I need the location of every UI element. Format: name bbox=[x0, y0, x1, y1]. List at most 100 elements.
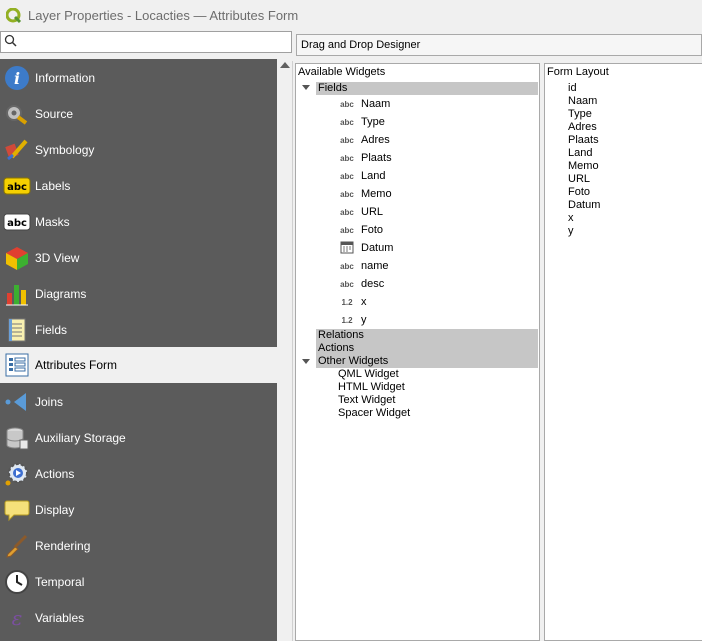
rendering-icon bbox=[2, 531, 32, 561]
list-item[interactable]: Naam bbox=[568, 95, 597, 108]
text-field-icon: abc bbox=[340, 117, 354, 127]
sidebar-item-joins[interactable]: Joins bbox=[0, 384, 277, 420]
sidebar-item-temporal[interactable]: Temporal bbox=[0, 564, 277, 600]
designer-mode-select[interactable]: Drag and Drop Designer bbox=[296, 34, 702, 56]
list-item[interactable]: id bbox=[568, 82, 577, 95]
sidebar-item-labels[interactable]: abc Labels bbox=[0, 168, 277, 204]
sidebar-item-label: Source bbox=[35, 107, 74, 121]
labels-icon: abc bbox=[2, 171, 32, 201]
calendar-icon bbox=[336, 240, 358, 256]
list-item[interactable]: abc name bbox=[296, 257, 539, 275]
sidebar-item-attributes-form[interactable]: Attributes Form bbox=[0, 347, 277, 383]
list-item[interactable]: QML Widget bbox=[338, 368, 399, 381]
expand-arrow-icon[interactable] bbox=[302, 359, 310, 364]
svg-text:abc: abc bbox=[7, 218, 27, 229]
sidebar-item-information[interactable]: i Information bbox=[0, 60, 277, 96]
text-field-icon: abc bbox=[340, 135, 354, 145]
sidebar-item-fields[interactable]: Fields bbox=[0, 312, 277, 348]
text-field-icon: abc bbox=[340, 225, 354, 235]
sidebar-item-diagrams[interactable]: Diagrams bbox=[0, 276, 277, 312]
list-item[interactable]: Type bbox=[568, 108, 592, 121]
list-item[interactable]: URL bbox=[568, 173, 590, 186]
list-item[interactable]: abc Foto bbox=[296, 221, 539, 239]
list-item[interactable]: Spacer Widget bbox=[338, 407, 410, 420]
clock-icon bbox=[2, 567, 32, 597]
text-field-icon: abc bbox=[340, 189, 354, 199]
list-item[interactable]: Plaats bbox=[568, 134, 599, 147]
list-item[interactable]: Foto bbox=[568, 186, 590, 199]
display-icon bbox=[2, 495, 32, 525]
numeric-field-icon: 1.2 bbox=[341, 315, 353, 325]
sidebar-item-auxiliary-storage[interactable]: Auxiliary Storage bbox=[0, 420, 277, 456]
sidebar-item-label: Symbology bbox=[35, 143, 95, 157]
sidebar-item-source[interactable]: Source bbox=[0, 96, 277, 132]
form-layout-header: Form Layout bbox=[547, 66, 609, 78]
scrollbar[interactable] bbox=[277, 61, 293, 641]
sidebar-item-symbology[interactable]: Symbology bbox=[0, 132, 277, 168]
variables-icon: ε bbox=[2, 603, 32, 633]
list-item[interactable]: Land bbox=[568, 147, 592, 160]
svg-text:ε: ε bbox=[12, 606, 23, 630]
sidebar-item-label: Labels bbox=[35, 179, 71, 193]
expand-arrow-icon[interactable] bbox=[302, 85, 310, 90]
list-item[interactable]: abc URL bbox=[296, 203, 539, 221]
auxiliary-storage-icon bbox=[2, 423, 32, 453]
sidebar-item-label: Joins bbox=[35, 395, 64, 409]
text-field-icon: abc bbox=[340, 99, 354, 109]
list-item[interactable]: abc Adres bbox=[296, 131, 539, 149]
tree-group-actions[interactable]: Actions bbox=[316, 342, 538, 355]
attributes-form-icon bbox=[2, 350, 32, 380]
sidebar-item-rendering[interactable]: Rendering bbox=[0, 528, 277, 564]
diagrams-icon bbox=[2, 279, 32, 309]
sidebar-item-3d-view[interactable]: 3D View bbox=[0, 240, 277, 276]
list-item[interactable]: Datum bbox=[568, 199, 600, 212]
sidebar-item-masks[interactable]: abc Masks bbox=[0, 204, 277, 240]
sidebar-item-label: Masks bbox=[35, 215, 70, 229]
title-bar: Layer Properties - Locacties — Attribute… bbox=[0, 0, 702, 31]
list-item[interactable]: Text Widget bbox=[338, 394, 395, 407]
text-field-icon: abc bbox=[340, 261, 354, 271]
sidebar-item-label: Temporal bbox=[35, 575, 85, 589]
sidebar-item-label: Diagrams bbox=[35, 287, 87, 301]
sidebar-item-display[interactable]: Display bbox=[0, 492, 277, 528]
3d-view-icon bbox=[2, 243, 32, 273]
list-item[interactable]: abc Type bbox=[296, 113, 539, 131]
sidebar-item-label: Display bbox=[35, 503, 75, 517]
sidebar-item-label: Fields bbox=[35, 323, 68, 337]
list-item[interactable]: abc Memo bbox=[296, 185, 539, 203]
source-icon bbox=[2, 99, 32, 129]
tree-group-relations[interactable]: Relations bbox=[316, 329, 538, 342]
list-item[interactable]: abc desc bbox=[296, 275, 539, 293]
search-icon bbox=[4, 34, 17, 47]
form-layout-panel: Form Layout id Naam Type Adres Plaats La… bbox=[544, 63, 702, 641]
sidebar-item-label: 3D View bbox=[35, 251, 80, 265]
available-widgets-header: Available Widgets bbox=[298, 66, 386, 78]
qgis-logo-icon bbox=[6, 7, 22, 23]
list-item[interactable]: Datum bbox=[296, 239, 539, 257]
list-item[interactable]: abc Naam bbox=[296, 95, 539, 113]
info-icon: i bbox=[2, 63, 32, 93]
list-item[interactable]: Adres bbox=[568, 121, 597, 134]
sidebar-item-label: Actions bbox=[35, 467, 75, 481]
tree-group-fields[interactable]: Fields bbox=[316, 82, 538, 95]
sidebar-item-label: Rendering bbox=[35, 539, 91, 553]
numeric-field-icon: 1.2 bbox=[341, 297, 353, 307]
list-item[interactable]: 1.2 y bbox=[296, 311, 539, 329]
sidebar-item-variables[interactable]: ε Variables bbox=[0, 600, 277, 636]
sidebar: i Information Source Symbology abc Label… bbox=[0, 59, 277, 641]
list-item[interactable]: y bbox=[568, 225, 574, 238]
actions-icon bbox=[2, 459, 32, 489]
list-item[interactable]: abc Land bbox=[296, 167, 539, 185]
list-item[interactable]: x bbox=[568, 212, 574, 225]
svg-text:abc: abc bbox=[7, 182, 27, 193]
scroll-up-arrow-icon[interactable] bbox=[280, 62, 290, 68]
list-item[interactable]: 1.2 x bbox=[296, 293, 539, 311]
sidebar-item-label: Auxiliary Storage bbox=[35, 431, 126, 445]
list-item[interactable]: abc Plaats bbox=[296, 149, 539, 167]
list-item[interactable]: HTML Widget bbox=[338, 381, 405, 394]
sidebar-item-actions[interactable]: Actions bbox=[0, 456, 277, 492]
text-field-icon: abc bbox=[340, 207, 354, 217]
tree-group-other-widgets[interactable]: Other Widgets bbox=[316, 355, 538, 368]
list-item[interactable]: Memo bbox=[568, 160, 599, 173]
search-input[interactable] bbox=[0, 31, 292, 53]
